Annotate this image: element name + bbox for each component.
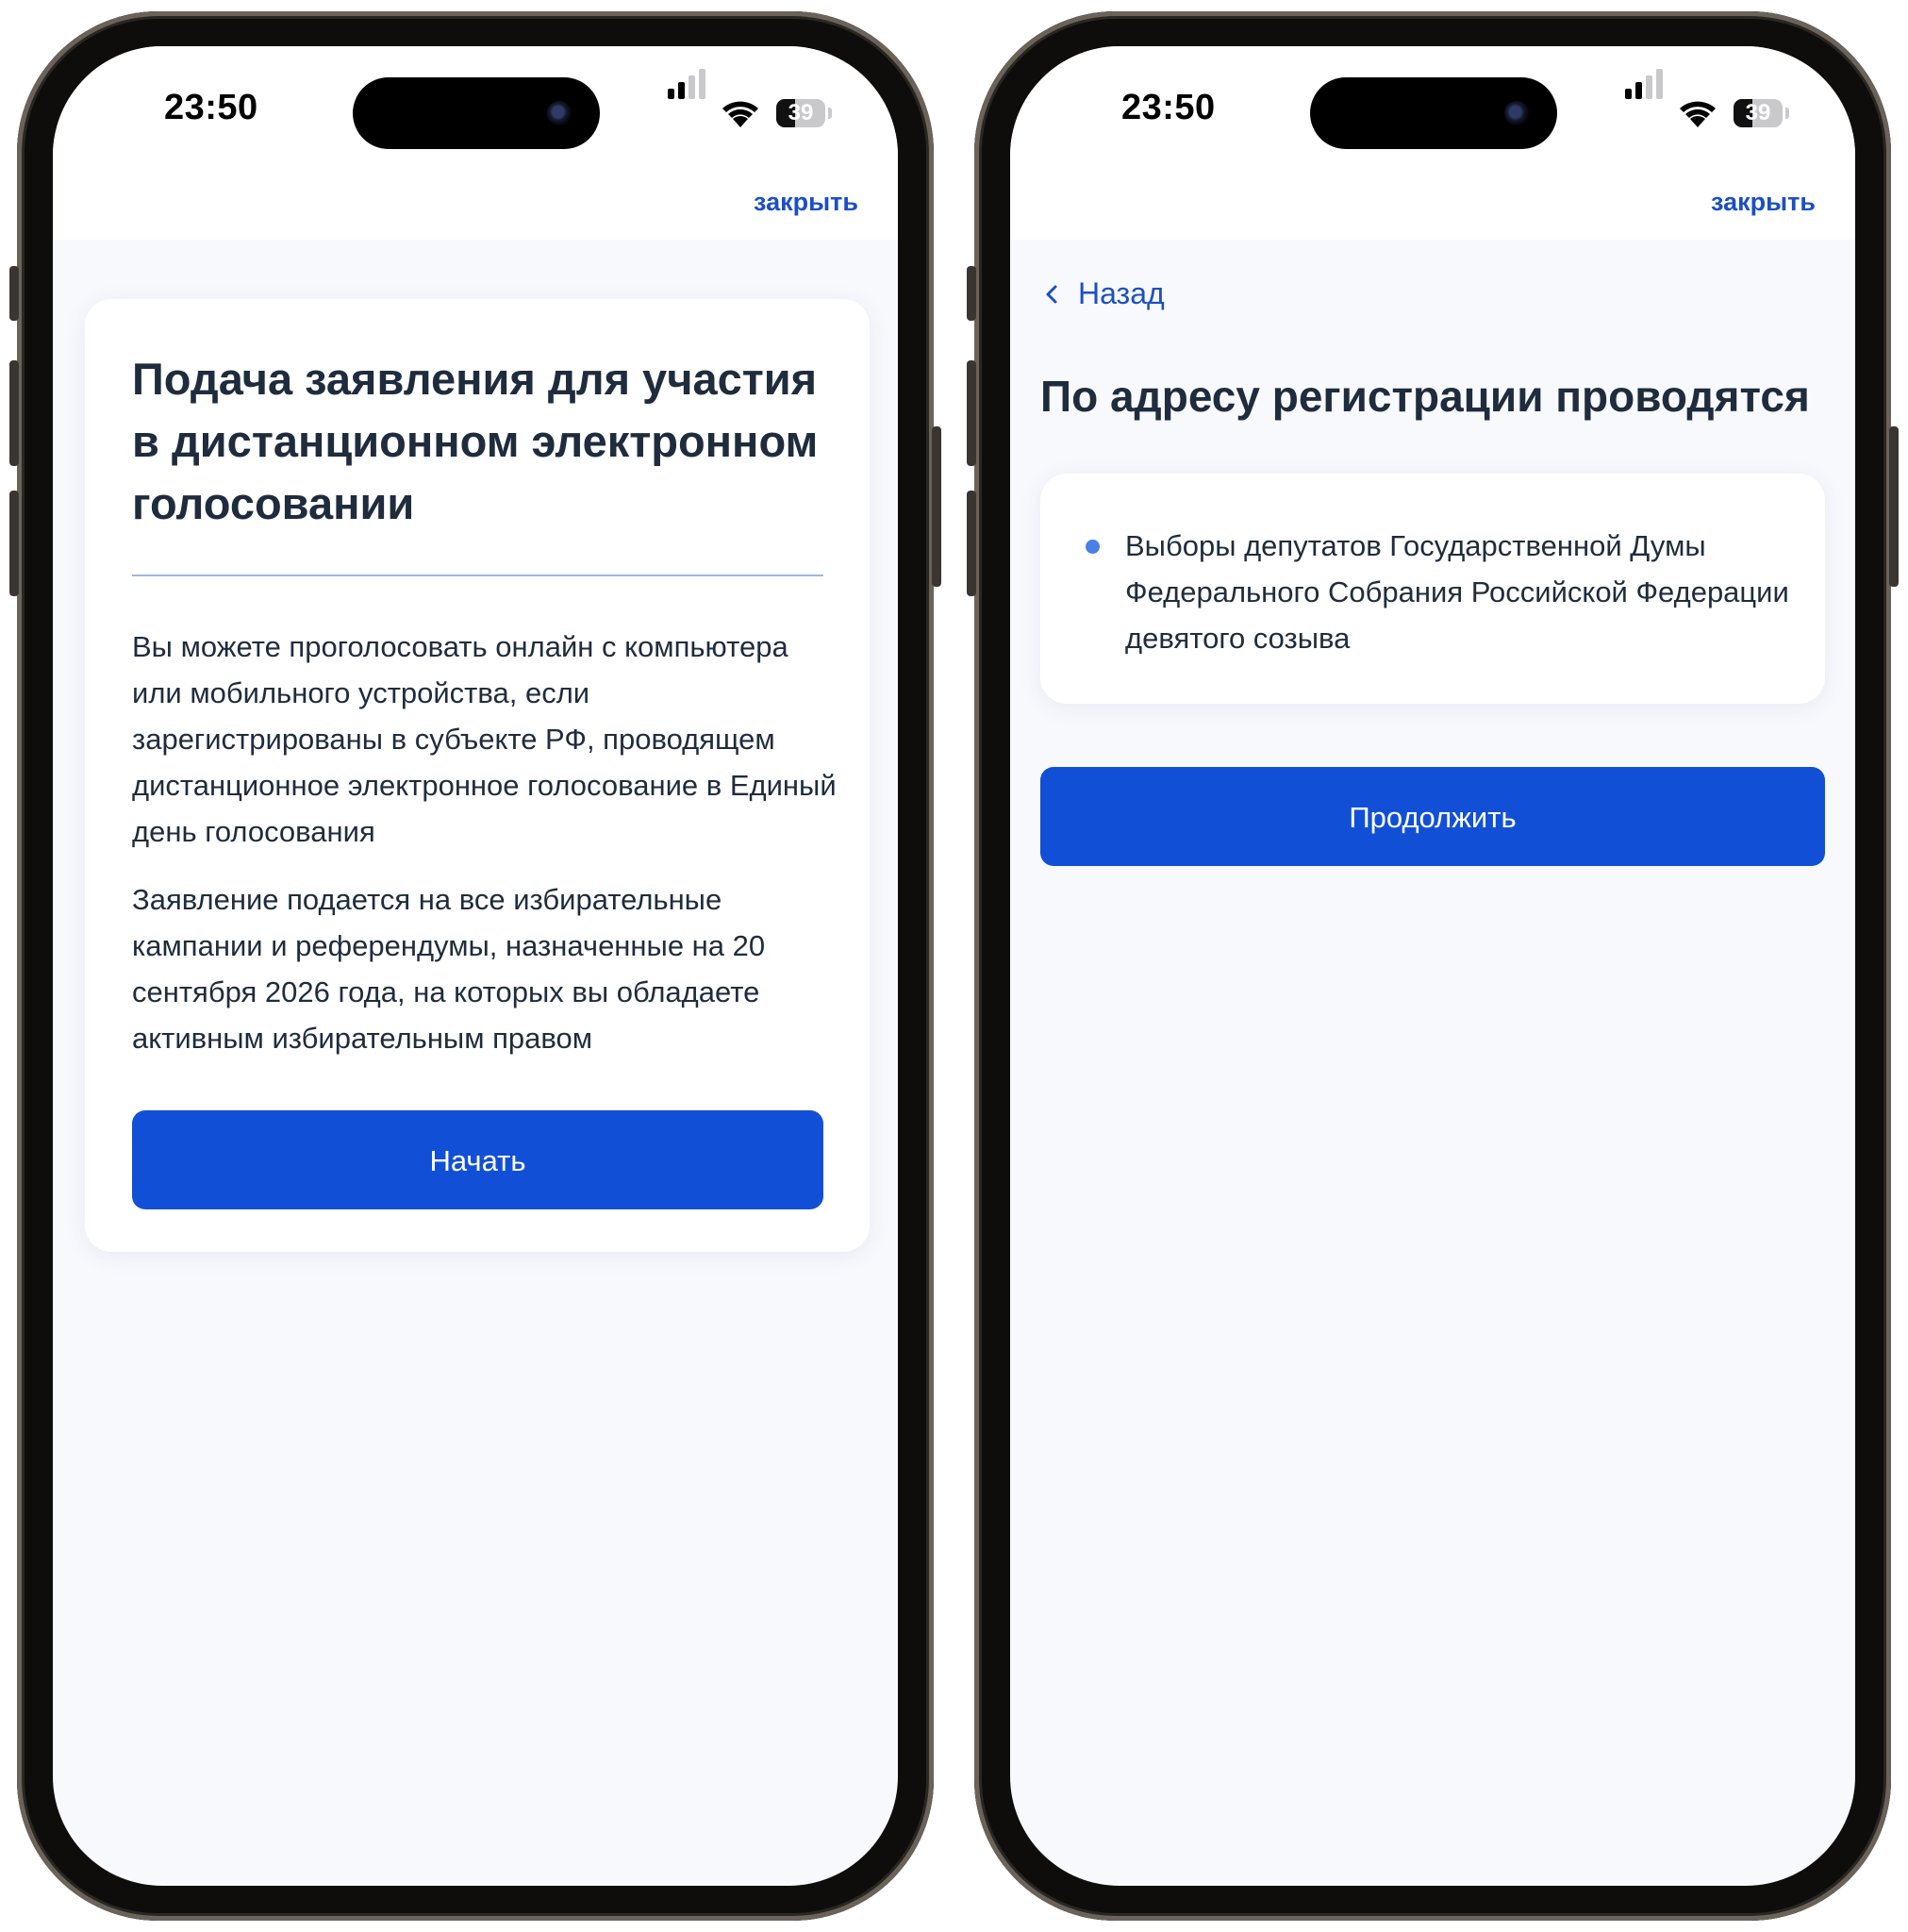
front-camera-icon (547, 101, 572, 125)
wifi-icon (722, 101, 758, 127)
mute-switch (9, 266, 19, 321)
power-button (932, 426, 941, 587)
volume-up-button (9, 360, 19, 466)
battery-cap (828, 108, 832, 119)
battery-level: 39 (788, 100, 814, 125)
dynamic-island (1310, 77, 1557, 149)
mute-switch (967, 266, 976, 321)
close-link[interactable]: закрыть (754, 188, 858, 217)
intro-paragraph-1: Вы можете проголосовать онлайн с компьют… (132, 630, 837, 848)
dynamic-island (353, 77, 600, 149)
battery-icon: 39 (776, 99, 825, 127)
page-title: Подача заявления для участия в дистанцио… (132, 354, 819, 528)
volume-up-button (967, 360, 976, 466)
election-item: Выборы депутатов Государственной Думы Фе… (1125, 529, 1789, 655)
status-time: 23:50 (164, 88, 258, 127)
close-link[interactable]: закрыть (1711, 188, 1816, 217)
wifi-icon (1680, 101, 1716, 127)
battery-icon: 39 (1734, 99, 1783, 127)
power-button (1889, 426, 1899, 587)
volume-down-button (967, 491, 976, 596)
back-label: Назад (1078, 276, 1165, 310)
bullet-dot (1086, 540, 1100, 554)
intro-paragraph-2: Заявление подается на все избирательные … (132, 883, 766, 1055)
phone-frame-right: 23:50 39 закрыть Назад По адресу регистр… (967, 11, 1899, 1921)
volume-down-button (9, 491, 19, 596)
page-title: По адресу регистрации проводятся (1040, 372, 1810, 421)
front-camera-icon (1504, 101, 1529, 125)
continue-button[interactable]: Продолжить (1040, 767, 1825, 866)
battery-cap (1785, 108, 1789, 119)
battery-level: 39 (1745, 100, 1771, 125)
back-button[interactable]: Назад (1040, 276, 1165, 311)
divider (132, 575, 823, 576)
screen-elections: 23:50 39 закрыть Назад По адресу регистр… (1010, 46, 1855, 1886)
phone-frame-left: 23:50 39 закрыть Подача заявления для уч… (9, 11, 941, 1921)
status-time: 23:50 (1121, 88, 1216, 127)
start-button[interactable]: Начать (132, 1110, 823, 1209)
chevron-left-icon (1046, 285, 1057, 303)
screen-start: 23:50 39 закрыть Подача заявления для уч… (53, 46, 898, 1886)
elections-card: Выборы депутатов Государственной Думы Фе… (1040, 474, 1825, 704)
intro-card: Подача заявления для участия в дистанцио… (85, 299, 870, 1252)
